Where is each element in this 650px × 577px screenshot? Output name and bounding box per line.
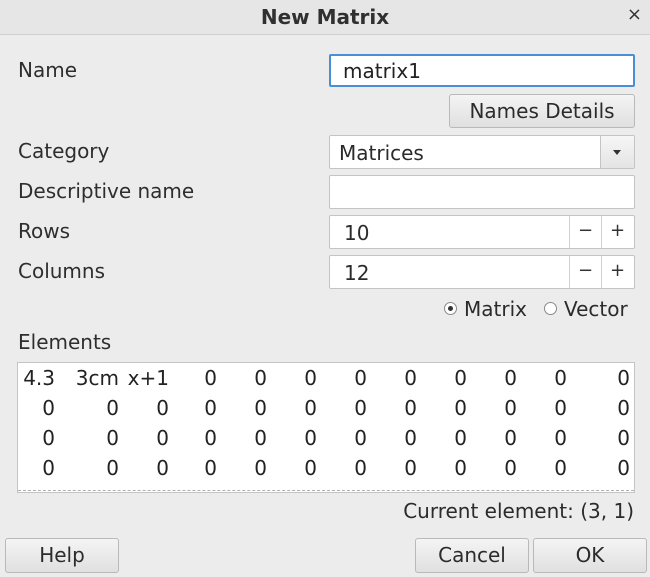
category-value: Matrices [339,141,424,165]
matrix-cell[interactable]: 0 [204,396,217,420]
matrix-cell[interactable]: 0 [404,396,417,420]
matrix-cell[interactable]: 0 [156,456,169,480]
matrix-cell[interactable]: 0 [254,456,267,480]
columns-label: Columns [18,259,106,283]
matrix-cell[interactable]: 0 [554,456,567,480]
matrix-cell[interactable]: 3cm [76,366,119,390]
matrix-cell[interactable]: 0 [554,396,567,420]
category-dropdown-button[interactable] [600,136,634,168]
matrix-cell[interactable]: 0 [42,396,55,420]
matrix-cell[interactable]: 0 [617,426,630,450]
matrix-cell[interactable]: 0 [454,366,467,390]
descriptive-name-input[interactable] [329,175,635,209]
matrix-cell[interactable]: 0 [204,366,217,390]
matrix-cell[interactable]: 0 [554,426,567,450]
matrix-cell[interactable]: 0 [404,456,417,480]
matrix-cell[interactable]: 4.3 [23,366,55,390]
matrix-cell[interactable]: 0 [404,366,417,390]
matrix-cell[interactable]: 0 [106,456,119,480]
window-title: New Matrix [260,5,390,29]
matrix-cell[interactable]: 0 [254,366,267,390]
matrix-cell[interactable]: 0 [504,456,517,480]
elements-label: Elements [18,330,112,354]
matrix-cell[interactable]: 0 [354,456,367,480]
matrix-cell[interactable]: 0 [454,396,467,420]
matrix-cell[interactable]: 0 [304,456,317,480]
matrix-cell[interactable]: 0 [106,426,119,450]
columns-increment-button[interactable]: + [601,256,633,288]
current-element-status: Current element: (3, 1) [403,499,634,523]
matrix-cell[interactable]: 0 [156,426,169,450]
rows-spinbox[interactable]: 10 − + [329,215,635,249]
matrix-cell[interactable]: 0 [42,456,55,480]
category-label: Category [18,139,110,163]
matrix-cell[interactable]: 0 [504,396,517,420]
matrix-cell[interactable]: 0 [617,396,630,420]
matrix-cell[interactable]: 0 [204,456,217,480]
rows-label: Rows [18,219,71,243]
matrix-cell[interactable]: 0 [156,396,169,420]
radio-selected-icon[interactable] [444,302,457,315]
matrix-cell[interactable]: 0 [304,366,317,390]
matrix-cell[interactable]: 0 [454,456,467,480]
matrix-cell[interactable]: 0 [354,426,367,450]
matrix-cell[interactable]: 0 [454,426,467,450]
chevron-down-icon [613,150,621,155]
grid-divider [18,490,634,491]
rows-increment-button[interactable]: + [601,216,633,248]
matrix-cell[interactable]: 0 [354,396,367,420]
matrix-cell[interactable]: 0 [504,426,517,450]
radio-unselected-icon[interactable] [544,302,557,315]
rows-decrement-button[interactable]: − [569,216,601,248]
matrix-cell[interactable]: 0 [304,426,317,450]
columns-value[interactable]: 12 [344,261,369,285]
names-details-button[interactable]: Names Details [449,94,635,128]
matrix-cell[interactable]: 0 [504,366,517,390]
matrix-cell[interactable]: 0 [617,366,630,390]
matrix-radio-label: Matrix [464,297,527,321]
matrix-cell[interactable]: x+1 [128,366,169,390]
matrix-cell[interactable]: 0 [254,396,267,420]
category-select[interactable]: Matrices [329,135,635,169]
help-button[interactable]: Help [5,538,119,573]
cancel-button[interactable]: Cancel [415,538,529,573]
matrix-cell[interactable]: 0 [354,366,367,390]
rows-value[interactable]: 10 [344,221,369,245]
ok-button[interactable]: OK [533,538,647,573]
elements-grid[interactable]: 4.3 3cm x+1 0 0 0 0 0 0 0 0 0 0 0 0 0 0 0 0 0 0 0 0 0 0 0 0 0 0 0 0 0 0 0… [17,362,635,493]
name-label: Name [18,58,78,82]
matrix-cell[interactable]: 0 [554,366,567,390]
matrix-cell[interactable]: 0 [254,426,267,450]
matrix-cell[interactable]: 0 [106,396,119,420]
matrix-cell[interactable]: 0 [404,426,417,450]
matrix-cell[interactable]: 0 [617,456,630,480]
vector-radio-label: Vector [564,297,628,321]
matrix-cell[interactable]: 0 [304,396,317,420]
close-icon[interactable]: × [627,4,642,25]
matrix-cell[interactable]: 0 [204,426,217,450]
descriptive-name-label: Descriptive name [18,179,195,203]
columns-decrement-button[interactable]: − [569,256,601,288]
name-input[interactable] [329,54,635,87]
columns-spinbox[interactable]: 12 − + [329,255,635,289]
matrix-cell[interactable]: 0 [42,426,55,450]
